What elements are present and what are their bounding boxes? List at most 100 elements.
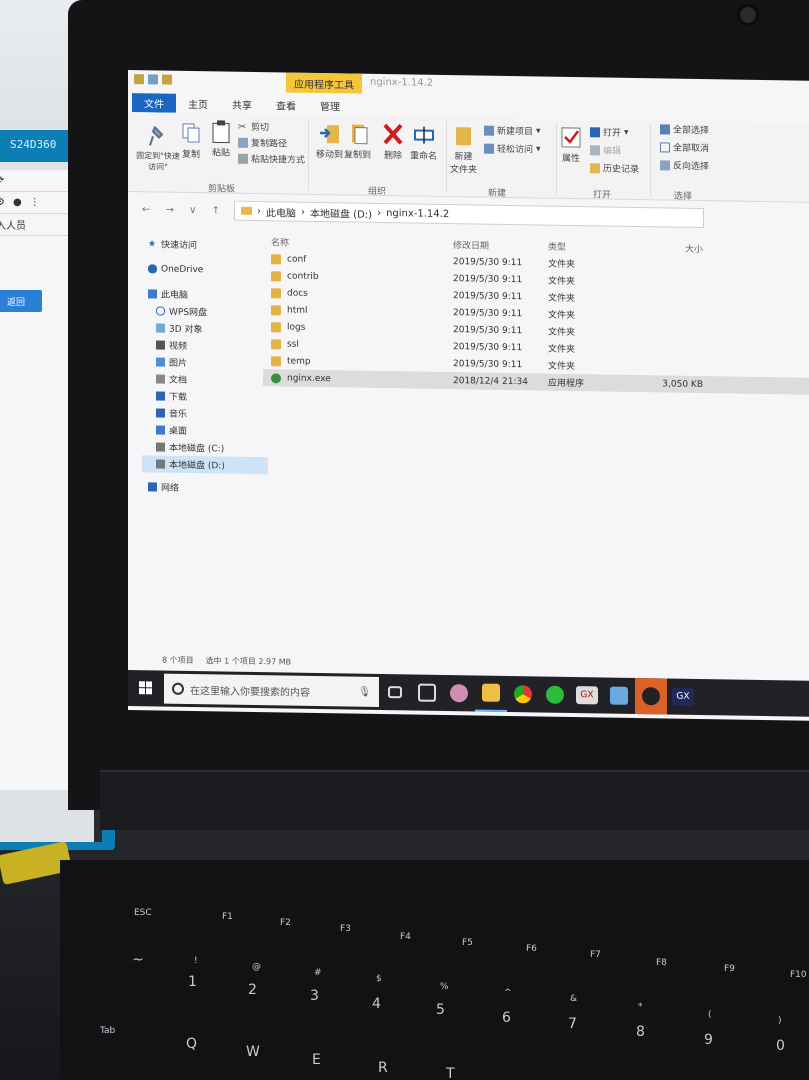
tab-file[interactable]: 文件	[132, 92, 176, 113]
key-f10[interactable]: F10	[790, 970, 807, 980]
new-item-button[interactable]: 新建项目 ▾	[484, 124, 541, 138]
nav-drive-d[interactable]: 本地磁盘 (D:)	[142, 455, 268, 475]
key-9[interactable]: 9	[704, 1032, 713, 1048]
qat-check-icon[interactable]	[148, 74, 158, 85]
paint-button[interactable]	[443, 675, 475, 712]
gx-button-1[interactable]: GX	[571, 677, 603, 714]
key-tilde[interactable]: ~	[132, 952, 144, 968]
key-t[interactable]: T	[446, 1066, 455, 1080]
copy-button[interactable]: 复制	[180, 121, 202, 160]
edit-button[interactable]: 编辑	[590, 143, 621, 157]
key-q[interactable]: Q	[186, 1036, 197, 1052]
key-f6[interactable]: F6	[526, 944, 537, 954]
address-path[interactable]: › 此电脑 › 本地磁盘 (D:) › nginx-1.14.2	[234, 200, 704, 229]
key-r[interactable]: R	[378, 1060, 388, 1076]
key-2[interactable]: 2	[248, 982, 257, 998]
nav-documents[interactable]: 文档	[148, 370, 268, 389]
cut-button[interactable]: ✂ 剪切	[238, 120, 269, 133]
header-name[interactable]: 名称	[263, 235, 453, 251]
properties-button[interactable]: 属性	[560, 125, 582, 164]
breadcrumb-this-pc[interactable]: 此电脑	[266, 204, 296, 219]
key-1[interactable]: 1	[188, 974, 197, 990]
wechat-icon	[546, 685, 564, 704]
breadcrumb-drive-d[interactable]: 本地磁盘 (D:)	[310, 204, 372, 220]
nav-pictures[interactable]: 图片	[148, 353, 268, 372]
wechat-button[interactable]	[539, 676, 571, 713]
start-button[interactable]	[128, 670, 164, 707]
paste-shortcut-button[interactable]: 粘贴快捷方式	[238, 152, 305, 166]
tab-view[interactable]: 查看	[264, 95, 308, 115]
key-esc[interactable]: ESC	[134, 908, 152, 918]
nav-desktop[interactable]: 桌面	[148, 421, 268, 440]
nav-this-pc[interactable]: 此电脑	[148, 285, 268, 304]
key-3[interactable]: 3	[310, 988, 319, 1004]
select-all-button[interactable]: 全部选择	[660, 122, 709, 136]
key-w[interactable]: W	[246, 1044, 260, 1060]
move-to-button[interactable]: 移动到	[316, 121, 343, 160]
header-date[interactable]: 修改日期	[453, 238, 548, 252]
nav-music[interactable]: 音乐	[148, 404, 268, 423]
key-f2[interactable]: F2	[280, 918, 291, 928]
nav-drive-c[interactable]: 本地磁盘 (C:)	[148, 438, 268, 457]
key-f7[interactable]: F7	[590, 950, 601, 960]
reload-icon[interactable]: ⟳	[0, 175, 4, 186]
task-view-button[interactable]	[379, 674, 411, 711]
select-none-button[interactable]: 全部取消	[660, 140, 709, 154]
easy-access-button[interactable]: 轻松访问 ▾	[484, 142, 541, 156]
account-icon[interactable]: ●	[13, 197, 22, 208]
gx-button-2[interactable]: GX	[667, 678, 699, 715]
nav-quick-access[interactable]: ★ 快速访问	[148, 235, 268, 254]
key-8[interactable]: 8	[636, 1024, 645, 1040]
nav-wps[interactable]: WPS网盘	[148, 302, 268, 321]
new-folder-button[interactable]: 新建 文件夹	[450, 123, 477, 175]
microphone-icon[interactable]: 🎙	[358, 686, 371, 697]
header-type[interactable]: 类型	[548, 239, 643, 253]
key-4[interactable]: 4	[372, 996, 381, 1012]
chrome-button[interactable]	[507, 676, 539, 713]
nav-onedrive[interactable]: OneDrive	[148, 260, 268, 279]
key-7[interactable]: 7	[568, 1016, 577, 1032]
key-f4[interactable]: F4	[400, 932, 411, 942]
nav-buttons[interactable]: ← → ∨ ↑	[142, 204, 226, 216]
key-e[interactable]: E	[312, 1052, 321, 1068]
media-button[interactable]	[635, 677, 667, 715]
copy-to-button[interactable]: 复制到	[344, 121, 371, 161]
tab-share[interactable]: 共享	[220, 94, 264, 114]
qat-folder-icon[interactable]	[134, 74, 144, 85]
key-f9[interactable]: F9	[724, 964, 735, 974]
key-tab[interactable]: Tab	[100, 1026, 115, 1036]
open-button[interactable]: 打开 ▾	[590, 125, 629, 139]
notepad-button[interactable]	[603, 677, 635, 714]
tab-manage[interactable]: 管理	[308, 95, 352, 115]
qat-new-folder-icon[interactable]	[162, 74, 172, 85]
copy-path-button[interactable]: 复制路径	[238, 136, 287, 149]
key-6[interactable]: 6	[502, 1010, 511, 1026]
app-tools-tab[interactable]: 应用程序工具	[286, 72, 362, 94]
delete-button[interactable]: 删除	[382, 122, 404, 161]
paste-button[interactable]: 粘贴	[210, 119, 232, 159]
key-f1[interactable]: F1	[222, 912, 233, 922]
settings-icon[interactable]: ⚙	[0, 197, 5, 208]
gx-icon: GX	[672, 687, 694, 706]
key-f3[interactable]: F3	[340, 924, 351, 934]
explorer-button[interactable]	[475, 675, 507, 712]
nav-3d[interactable]: 3D 对象	[148, 319, 268, 338]
header-size[interactable]: 大小	[643, 241, 703, 254]
taskbar-search-input[interactable]: 在这里输入你要搜索的内容 🎙	[164, 673, 379, 707]
nav-downloads[interactable]: 下载	[148, 387, 268, 406]
nav-videos[interactable]: 视频	[148, 336, 268, 355]
key-5[interactable]: 5	[436, 1002, 445, 1018]
invert-selection-button[interactable]: 反向选择	[660, 158, 709, 172]
history-button[interactable]: 历史记录	[590, 161, 639, 175]
breadcrumb-nginx[interactable]: nginx-1.14.2	[386, 208, 449, 220]
key-0[interactable]: 0	[776, 1038, 785, 1054]
key-f5[interactable]: F5	[462, 938, 473, 948]
pin-quick-access-button[interactable]: 固定到"快速访问"	[136, 124, 180, 173]
tab-home[interactable]: 主页	[176, 93, 220, 113]
photos-button[interactable]	[411, 674, 443, 711]
back-button[interactable]: 返回	[0, 290, 42, 312]
folder-icon	[271, 355, 281, 366]
key-f8[interactable]: F8	[656, 958, 667, 968]
rename-button[interactable]: 重命名	[410, 122, 437, 162]
nav-network[interactable]: 网络	[148, 478, 268, 497]
